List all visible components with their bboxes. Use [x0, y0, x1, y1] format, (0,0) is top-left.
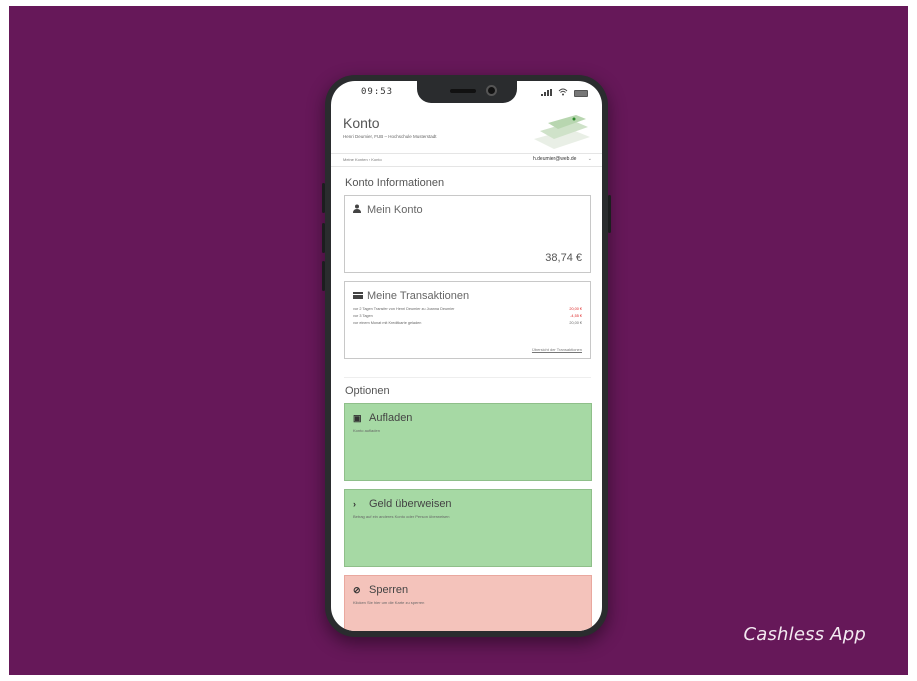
transactions-card-title: Meine Transaktionen [353, 290, 469, 302]
chevron-right-icon: › [353, 499, 356, 509]
option-title: ▣ Aufladen [353, 412, 412, 424]
breadcrumb-bar: Meine Konten › Konto h.deumier@web.de ⌄ [331, 153, 602, 167]
option-description: Konto aufladen [353, 428, 380, 433]
money-icon: ▣ [353, 413, 362, 423]
option-label: Sperren [369, 584, 409, 596]
power-button [608, 195, 611, 233]
status-clock: 09:53 [361, 87, 394, 97]
page-title: Konto [343, 115, 380, 131]
option-label: Geld überweisen [369, 498, 452, 510]
option-geld-ueberweisen[interactable]: › Geld überweisen Betrag auf ein anderes … [344, 489, 592, 567]
transaction-list: vor 2 Tagen Transfer von Henri Deumier z… [353, 306, 582, 327]
account-balance: 38,74 € [545, 252, 582, 264]
account-card-label: Mein Konto [367, 204, 423, 216]
divider [344, 377, 591, 378]
transactions-card-label: Meine Transaktionen [367, 290, 470, 302]
signal-icon [541, 89, 555, 99]
user-icon [353, 204, 363, 215]
app-header: Konto Henri Deumier, FUB – Hochschule Mu… [331, 105, 602, 153]
phone-notch [417, 81, 517, 103]
option-description: Klicken Sie hier um die Karte zu sperren [353, 600, 425, 605]
camera-icon [486, 85, 497, 96]
account-card-title: Mein Konto [353, 204, 423, 216]
transactions-overview-link[interactable]: Übersicht der Transaktionen [532, 347, 582, 352]
page-subtitle: Henri Deumier, FUB – Hochschule Musterst… [343, 134, 437, 139]
section-title-optionen: Optionen [345, 385, 390, 397]
transaction-row[interactable]: vor einem Monat mit Kreditkarte geladen … [353, 320, 582, 327]
chevron-down-icon[interactable]: ⌄ [588, 156, 592, 162]
option-aufladen[interactable]: ▣ Aufladen Konto aufladen [344, 403, 592, 481]
transaction-amount: 20,00 € [569, 321, 582, 325]
option-title: › Geld überweisen [353, 498, 452, 510]
caption: Cashless App [743, 624, 866, 645]
transaction-text: vor einem Monat mit Kreditkarte geladen [353, 321, 422, 325]
user-menu[interactable]: h.deumier@web.de ⌄ [533, 156, 592, 162]
transaction-row[interactable]: vor 2 Tagen Transfer von Henri Deumier z… [353, 306, 582, 313]
phone-screen: 09:53 Konto Henri Deumier, FUB – Hochsch… [331, 81, 602, 631]
transaction-amount: 20,00 € [569, 307, 582, 311]
breadcrumb[interactable]: Meine Konten › Konto [343, 157, 382, 162]
option-title: ⊘ Sperren [353, 584, 408, 596]
speaker-grille [450, 89, 476, 93]
option-description: Betrag auf ein anderes Konto oder Person… [353, 514, 450, 519]
account-card[interactable]: Mein Konto 38,74 € [344, 195, 591, 273]
transaction-text: vor 2 Tagen Transfer von Henri Deumier z… [353, 307, 455, 311]
option-sperren[interactable]: ⊘ Sperren Klicken Sie hier um die Karte z… [344, 575, 592, 631]
status-icons [538, 88, 588, 99]
mute-switch [322, 261, 325, 291]
option-label: Aufladen [369, 412, 413, 424]
wifi-icon [558, 88, 571, 99]
credit-card-icon [353, 291, 363, 301]
transaction-text: vor 3 Tagen [353, 314, 373, 318]
volume-down-button [322, 223, 325, 253]
transaction-row[interactable]: vor 3 Tagen -4,55 € [353, 313, 582, 320]
ban-icon: ⊘ [353, 585, 361, 595]
transactions-card: Meine Transaktionen vor 2 Tagen Transfer… [344, 281, 591, 359]
battery-icon [574, 90, 588, 97]
section-title-konto: Konto Informationen [345, 177, 445, 189]
user-email[interactable]: h.deumier@web.de [533, 156, 576, 162]
phone-mockup: 09:53 Konto Henri Deumier, FUB – Hochsch… [322, 75, 611, 637]
transaction-amount: -4,55 € [570, 314, 582, 318]
volume-up-button [322, 183, 325, 213]
background-stage: 09:53 Konto Henri Deumier, FUB – Hochsch… [9, 6, 908, 675]
app-logo [534, 115, 590, 149]
